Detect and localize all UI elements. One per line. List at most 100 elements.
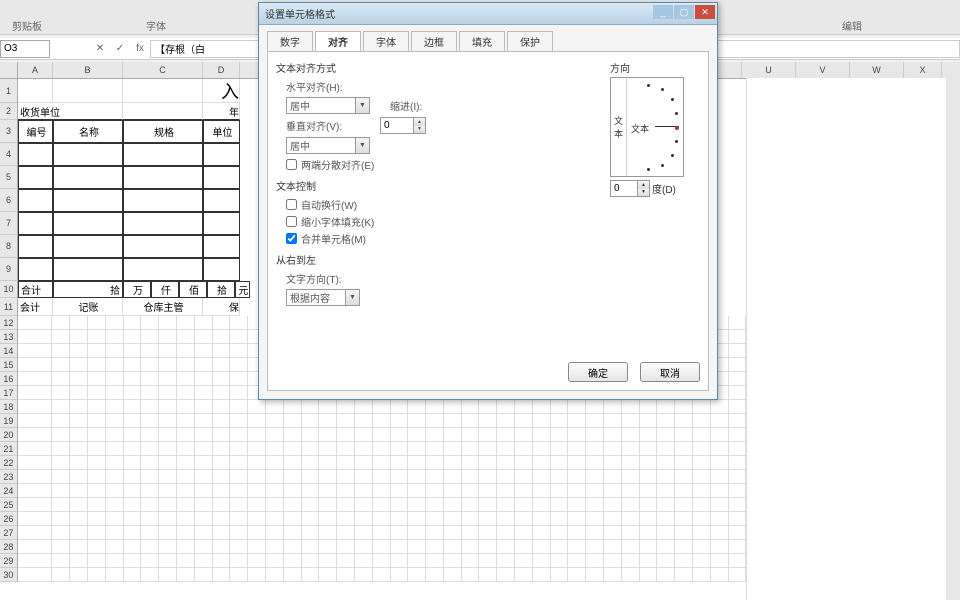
cell[interactable] (18, 540, 53, 554)
cell[interactable] (426, 554, 444, 568)
col-header[interactable]: X (904, 62, 942, 78)
cell[interactable] (248, 414, 266, 428)
cell[interactable] (88, 372, 106, 386)
cell[interactable] (302, 484, 320, 498)
cell[interactable] (177, 498, 195, 512)
cell[interactable] (123, 143, 203, 166)
cell[interactable] (177, 568, 195, 582)
cell[interactable] (604, 498, 622, 512)
cell[interactable] (729, 428, 747, 442)
cell[interactable] (52, 540, 70, 554)
cell[interactable] (302, 540, 320, 554)
dialog-titlebar[interactable]: 设置单元格格式 _ ▢ ✕ (259, 3, 717, 25)
cell[interactable] (391, 568, 409, 582)
cell[interactable] (657, 414, 675, 428)
cell[interactable] (479, 498, 497, 512)
cell[interactable] (729, 400, 747, 414)
distributed-checkbox[interactable] (286, 159, 297, 170)
cell[interactable] (657, 442, 675, 456)
cell[interactable] (319, 498, 337, 512)
cell[interactable] (88, 386, 106, 400)
cell[interactable] (141, 512, 159, 526)
cell[interactable] (195, 400, 213, 414)
cell[interactable] (319, 554, 337, 568)
cell[interactable]: 拾 (53, 281, 123, 298)
cell[interactable] (70, 456, 88, 470)
cell[interactable] (604, 414, 622, 428)
cancel-button[interactable]: 取消 (640, 362, 700, 382)
cell[interactable] (586, 400, 604, 414)
cell[interactable] (70, 470, 88, 484)
cell[interactable] (141, 316, 159, 330)
cell[interactable] (604, 526, 622, 540)
cell[interactable] (124, 512, 142, 526)
cell[interactable] (391, 498, 409, 512)
cell[interactable] (70, 400, 88, 414)
cell[interactable] (657, 456, 675, 470)
cell[interactable] (230, 386, 248, 400)
cell[interactable] (533, 484, 551, 498)
cell[interactable] (604, 470, 622, 484)
cell[interactable] (479, 428, 497, 442)
cell[interactable] (497, 498, 515, 512)
cell[interactable] (373, 526, 391, 540)
cell[interactable] (53, 166, 123, 189)
cell[interactable] (479, 568, 497, 582)
cell[interactable] (88, 400, 106, 414)
maximize-icon[interactable]: ▢ (674, 5, 694, 19)
row-header[interactable]: 30 (0, 568, 18, 582)
cell[interactable] (213, 540, 231, 554)
cell[interactable] (391, 540, 409, 554)
cell[interactable] (52, 428, 70, 442)
cell[interactable] (551, 498, 569, 512)
merge-checkbox[interactable] (286, 233, 297, 244)
cell[interactable] (640, 568, 658, 582)
cell[interactable] (177, 386, 195, 400)
cell[interactable] (88, 470, 106, 484)
cell[interactable] (408, 414, 426, 428)
cell[interactable] (337, 442, 355, 456)
cell[interactable] (408, 540, 426, 554)
cell[interactable] (141, 372, 159, 386)
cell[interactable] (729, 554, 747, 568)
cell[interactable] (213, 386, 231, 400)
cell[interactable] (195, 372, 213, 386)
indent-value[interactable] (380, 117, 414, 134)
cell[interactable] (373, 456, 391, 470)
cell[interactable] (533, 414, 551, 428)
row-header[interactable]: 27 (0, 526, 18, 540)
row-header[interactable]: 24 (0, 484, 18, 498)
cell[interactable] (302, 498, 320, 512)
cell[interactable] (586, 470, 604, 484)
cell[interactable] (266, 470, 284, 484)
cell[interactable] (18, 166, 53, 189)
cell[interactable] (195, 414, 213, 428)
cell[interactable] (230, 442, 248, 456)
cell[interactable] (586, 568, 604, 582)
cell[interactable] (159, 540, 177, 554)
cell[interactable] (88, 358, 106, 372)
cell[interactable] (159, 386, 177, 400)
cell[interactable] (195, 316, 213, 330)
cell[interactable] (124, 526, 142, 540)
cell[interactable] (18, 372, 53, 386)
cell[interactable] (497, 400, 515, 414)
cell[interactable] (18, 498, 53, 512)
col-header[interactable]: U (742, 62, 796, 78)
minimize-icon[interactable]: _ (653, 5, 673, 19)
cell[interactable] (515, 484, 533, 498)
cell[interactable] (515, 414, 533, 428)
cell[interactable]: 拾 (207, 281, 235, 298)
cell[interactable] (462, 470, 480, 484)
row-header[interactable]: 21 (0, 442, 18, 456)
cell[interactable] (675, 442, 693, 456)
orientation-box[interactable]: 文 本 文本 (610, 77, 684, 177)
cell[interactable] (18, 344, 53, 358)
cell[interactable] (141, 456, 159, 470)
cell[interactable] (444, 498, 462, 512)
cell[interactable] (355, 400, 373, 414)
cell[interactable]: 仟 (151, 281, 179, 298)
cell[interactable] (586, 554, 604, 568)
cell[interactable] (426, 456, 444, 470)
cell[interactable] (426, 512, 444, 526)
